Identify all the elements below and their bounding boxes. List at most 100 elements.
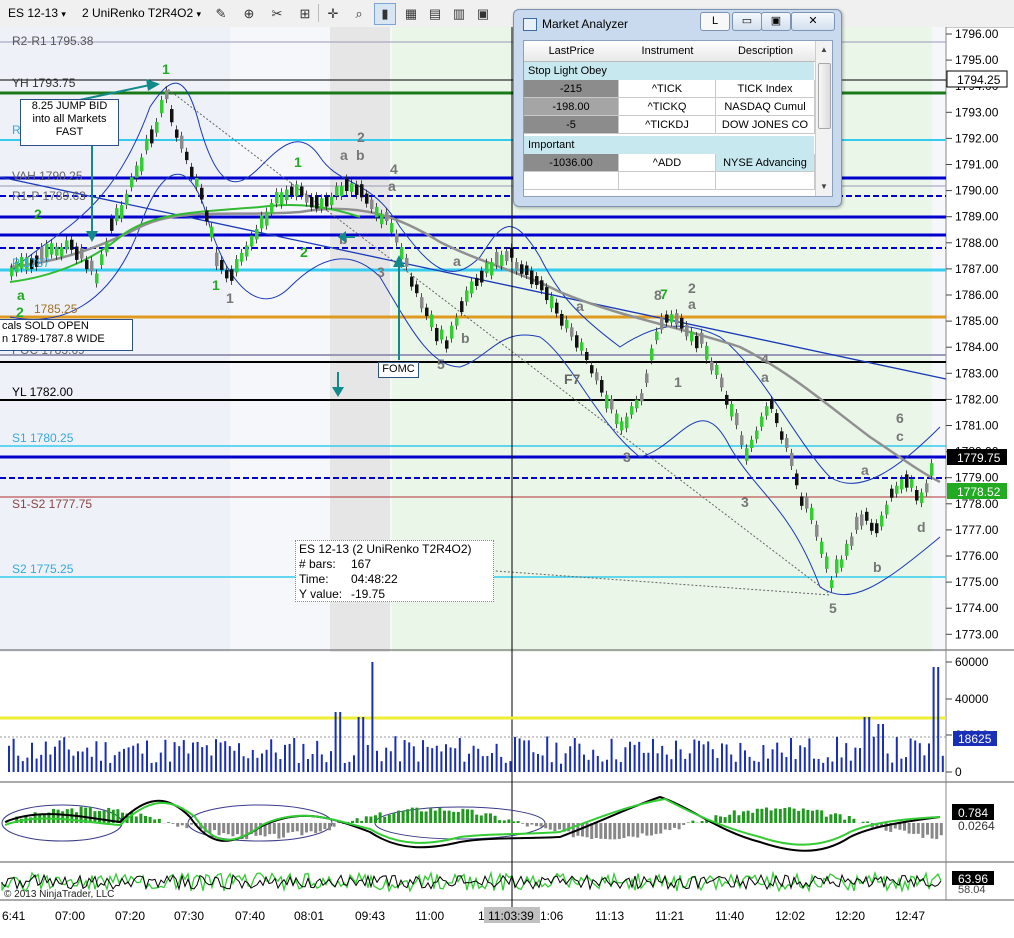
oscillator-bar — [144, 816, 147, 823]
wave-label: 1 — [226, 290, 234, 306]
pencil-icon[interactable]: ✎ — [210, 3, 232, 25]
zoom-in-icon[interactable]: ⊞ — [294, 3, 316, 25]
last-price-cell[interactable]: -215 — [524, 80, 619, 98]
volume-bar — [588, 760, 590, 772]
period-label: 2 UniRenko T2R4O2 — [82, 6, 193, 20]
data-box-icon[interactable]: ▣ — [472, 3, 494, 25]
volume-bar — [91, 757, 93, 772]
oscillator-bar — [494, 816, 497, 823]
link-button[interactable]: L — [700, 12, 730, 31]
time-tick-label: 07:00 — [55, 909, 85, 923]
properties-icon[interactable]: ▥ — [448, 3, 470, 25]
description-cell[interactable]: DOW JONES CO — [716, 116, 815, 134]
candle-body — [385, 212, 389, 221]
minimize-icon[interactable]: ▭ — [732, 12, 762, 31]
volume-bar — [615, 759, 617, 772]
analyzer-scrollbar[interactable]: ▲ ▼ — [815, 41, 832, 196]
time-tick-label: 12:47 — [895, 909, 925, 923]
oscillator-bar — [291, 823, 294, 832]
scroll-down-icon[interactable]: ▼ — [819, 182, 829, 192]
last-price-cell[interactable]: -198.00 — [524, 98, 619, 116]
volume-bar — [77, 751, 79, 772]
candle-body — [800, 496, 804, 505]
volume-bar — [440, 751, 442, 772]
last-price-cell[interactable]: -1036.00 — [524, 154, 619, 172]
oscillator-bar — [305, 823, 308, 832]
candle-body — [200, 188, 204, 200]
price-tick-label: 1776.00 — [955, 549, 999, 563]
market-analyzer-window[interactable]: Market Analyzer L ▭ ▣ ✕ LastPrice Instru… — [513, 9, 842, 207]
time-tick-label: 12:20 — [835, 909, 865, 923]
scissors-icon[interactable]: ✂ — [266, 3, 288, 25]
indicators-icon[interactable]: ▦ — [400, 3, 422, 25]
empty-cell[interactable] — [524, 172, 619, 190]
volume-bar — [178, 746, 180, 772]
volume-bar — [59, 740, 61, 772]
empty-cell[interactable] — [619, 172, 716, 190]
description-cell[interactable]: NYSE Advancing — [716, 154, 815, 172]
instrument-cell[interactable]: ^TICKDJ — [619, 116, 716, 134]
volume-bar — [790, 738, 792, 772]
volume-bar — [367, 745, 369, 772]
candle-body — [185, 152, 189, 160]
last-price-cell[interactable]: -5 — [524, 116, 619, 134]
maximize-icon[interactable]: ▣ — [761, 12, 791, 31]
renko-chart[interactable]: 12a21221bab12a4a35ba382a174a356cabd R2-R… — [0, 27, 1014, 935]
oscillator-bar — [93, 811, 96, 823]
candle-body — [420, 297, 424, 308]
strategy-icon[interactable]: ▤ — [424, 3, 446, 25]
volume-bar — [758, 762, 760, 772]
instrument-cell[interactable]: ^TICK — [619, 80, 716, 98]
volume-bar — [477, 749, 479, 772]
volume-bar — [730, 755, 732, 772]
candle-body — [545, 287, 549, 300]
instrument-cell[interactable]: ^ADD — [619, 154, 716, 172]
description-cell[interactable]: TICK Index — [716, 80, 815, 98]
close-icon[interactable]: ✕ — [791, 12, 835, 31]
volume-bar — [63, 737, 65, 772]
period-selector[interactable]: 2 UniRenko T2R4O2 ▾ — [78, 4, 205, 22]
column-header-lastprice[interactable]: LastPrice — [524, 41, 620, 62]
volume-bar — [187, 754, 189, 772]
candle-body — [690, 332, 694, 342]
analyzer-grid[interactable]: LastPrice Instrument Description Stop Li… — [523, 40, 833, 197]
candle-body — [300, 187, 304, 196]
empty-cell[interactable] — [716, 172, 815, 190]
oscillator-bar — [227, 823, 230, 834]
volume-bar — [620, 762, 622, 772]
scroll-thumb[interactable] — [818, 63, 831, 129]
description-cell[interactable]: NASDAQ Cumul — [716, 98, 815, 116]
candle-body — [575, 335, 579, 347]
candle-body — [555, 303, 559, 314]
volume-bar — [831, 762, 833, 772]
search-icon[interactable]: ⌕ — [348, 3, 370, 25]
bar-style-icon[interactable]: ▮ — [374, 3, 396, 25]
oscillator-bar — [627, 823, 630, 836]
group-header-stop-light[interactable]: Stop Light Obey — [524, 62, 814, 80]
oscillator-bar — [549, 823, 552, 830]
instrument-cell[interactable]: ^TICKQ — [619, 98, 716, 116]
time-tick-label: 08:01 — [294, 909, 324, 923]
volume-bar — [772, 749, 774, 772]
volume-bar — [105, 742, 107, 772]
note-line: FAST — [21, 126, 118, 139]
group-header-important[interactable]: Important — [524, 136, 814, 154]
analyzer-titlebar[interactable]: Market Analyzer L ▭ ▣ ✕ — [514, 10, 841, 38]
magnet-icon[interactable]: ⊕ — [238, 3, 260, 25]
oscillator-bar — [779, 809, 782, 823]
crosshair-icon[interactable]: ✛ — [322, 3, 344, 25]
instrument-selector[interactable]: ES 12-13 ▾ — [4, 4, 70, 22]
candle-body — [440, 329, 444, 339]
candle-body — [845, 544, 849, 556]
column-header-instrument[interactable]: Instrument — [619, 41, 717, 62]
scroll-up-icon[interactable]: ▲ — [819, 45, 829, 55]
chart-toolbar: ES 12-13 ▾ 2 UniRenko T2R4O2 ▾ ✎ ⊕ ✂ ⊞ ✛… — [0, 0, 1014, 28]
column-header-description[interactable]: Description — [716, 41, 816, 62]
candle-body — [550, 296, 554, 308]
level-label-yl: YL 1782.00 — [12, 385, 73, 399]
tooltip-y-value: -19.75 — [351, 587, 385, 601]
chart-area[interactable]: 12a21221bab12a4a35ba382a174a356cabd R2-R… — [0, 27, 1014, 935]
candle-body — [70, 240, 74, 250]
sold-open-note: cals SOLD OPEN n 1789-1787.8 WIDE — [0, 319, 133, 351]
oscillator-bar — [724, 817, 727, 823]
